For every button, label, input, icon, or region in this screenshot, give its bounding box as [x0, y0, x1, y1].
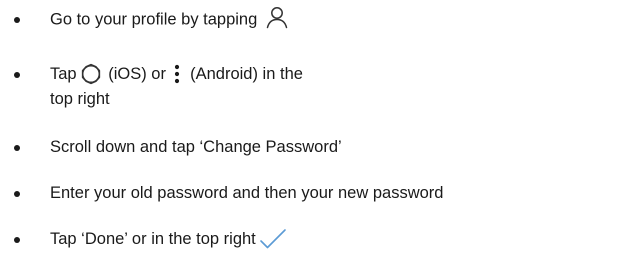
more-vert-icon [174, 64, 180, 84]
checkmark-icon [259, 228, 287, 250]
bullet-icon [14, 145, 20, 151]
step-1-label: Go to your profile by tapping [50, 10, 258, 29]
step-3-label: Scroll down and tap ‘Change Password’ [50, 138, 342, 156]
step-text: Go to your profile by tapping [50, 5, 289, 32]
profile-icon [265, 5, 289, 29]
step-text: Tap (iOS) or (Android) in the [50, 63, 303, 86]
instruction-list: Go to your profile by tapping Tap (iOS) … [0, 0, 620, 268]
bullet-icon [14, 72, 20, 78]
step-2-label-line2: top right [50, 90, 110, 108]
bullet-icon [14, 191, 20, 197]
gear-icon [80, 63, 102, 85]
step-2-label-start: Tap [50, 65, 77, 83]
step-2-label-android: (Android) in the [185, 65, 303, 83]
bullet-icon [14, 17, 20, 23]
bullet-icon [14, 237, 20, 243]
step-text: Tap ‘Done’ or in the top right [50, 228, 287, 251]
step-5-label: Tap ‘Done’ or in the top right [50, 230, 256, 248]
step-2-label-ios: (iOS) or [103, 65, 171, 83]
step-4-label: Enter your old password and then your ne… [50, 184, 444, 202]
